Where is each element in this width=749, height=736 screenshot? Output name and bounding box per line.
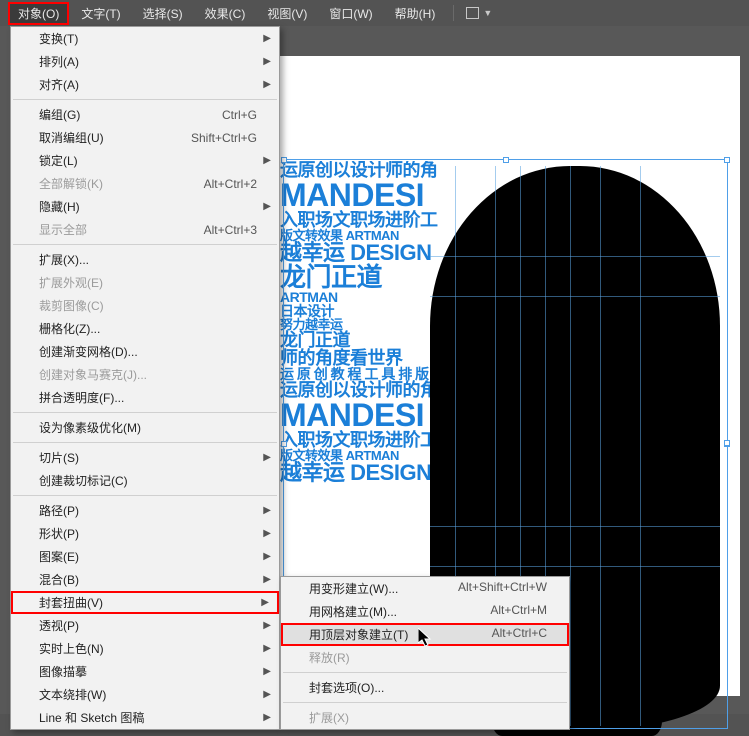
menubar-item-help[interactable]: 帮助(H) <box>385 2 446 25</box>
menubar-item-type[interactable]: 文字(T) <box>71 2 130 25</box>
menu-item-image-trace[interactable]: 图像描摹▶ <box>11 660 279 683</box>
menubar-item-select[interactable]: 选择(S) <box>133 2 193 25</box>
menu-item-show-all: 显示全部Alt+Ctrl+3 <box>11 218 279 241</box>
submenu-arrow-icon: ▶ <box>263 551 271 562</box>
menubar-item-effect[interactable]: 效果(C) <box>195 2 256 25</box>
submenu-arrow-icon: ▶ <box>263 666 271 677</box>
menu-separator <box>13 442 277 443</box>
menu-item-pixel-perfect[interactable]: 设为像素级优化(M) <box>11 416 279 439</box>
menu-item-perspective[interactable]: 透视(P)▶ <box>11 614 279 637</box>
menu-separator <box>13 244 277 245</box>
submenu-arrow-icon: ▶ <box>263 56 271 67</box>
menubar-separator <box>453 5 454 21</box>
submenu-arrow-icon: ▶ <box>263 643 271 654</box>
menu-item-slice[interactable]: 切片(S)▶ <box>11 446 279 469</box>
submenu-arrow-icon: ▶ <box>263 79 271 90</box>
guide-line <box>430 256 720 257</box>
menu-item-line-sketch[interactable]: Line 和 Sketch 图稿▶ <box>11 706 279 729</box>
menu-separator <box>283 672 567 673</box>
submenu-arrow-icon: ▶ <box>263 33 271 44</box>
submenu-arrow-icon: ▶ <box>263 452 271 463</box>
menu-item-expand-appearance: 扩展外观(E) <box>11 271 279 294</box>
submenu-arrow-icon: ▶ <box>263 201 271 212</box>
guide-line <box>430 526 720 527</box>
submenu-item-expand: 扩展(X) <box>281 706 569 729</box>
submenu-item-make-with-top-object[interactable]: 用顶层对象建立(T)Alt+Ctrl+C <box>281 623 569 646</box>
menubar-item-view[interactable]: 视图(V) <box>257 2 317 25</box>
menu-item-gradient-mesh[interactable]: 创建渐变网格(D)... <box>11 340 279 363</box>
menubar-item-object[interactable]: 对象(O) <box>8 2 69 25</box>
menu-separator <box>13 412 277 413</box>
menu-item-shape[interactable]: 形状(P)▶ <box>11 522 279 545</box>
envelope-distort-submenu: 用变形建立(W)...Alt+Shift+Ctrl+W 用网格建立(M)...A… <box>280 576 570 730</box>
guide-line <box>570 166 571 726</box>
menu-separator <box>13 99 277 100</box>
menu-item-group[interactable]: 编组(G)Ctrl+G <box>11 103 279 126</box>
menubar-item-window[interactable]: 窗口(W) <box>319 2 382 25</box>
menu-item-text-wrap[interactable]: 文本绕排(W)▶ <box>11 683 279 706</box>
menu-item-trim-marks[interactable]: 创建裁切标记(C) <box>11 469 279 492</box>
submenu-arrow-icon: ▶ <box>263 505 271 516</box>
submenu-arrow-icon: ▶ <box>263 528 271 539</box>
submenu-item-release: 释放(R) <box>281 646 569 669</box>
menu-item-flatten-transparency[interactable]: 拼合透明度(F)... <box>11 386 279 409</box>
menu-item-transform[interactable]: 变换(T)▶ <box>11 27 279 50</box>
menu-item-lock[interactable]: 锁定(L)▶ <box>11 149 279 172</box>
submenu-item-make-with-mesh[interactable]: 用网格建立(M)...Alt+Ctrl+M <box>281 600 569 623</box>
menu-item-rasterize[interactable]: 栅格化(Z)... <box>11 317 279 340</box>
guide-line <box>640 166 641 726</box>
menu-item-envelope-distort[interactable]: 封套扭曲(V)▶ <box>11 591 279 614</box>
menu-item-arrange[interactable]: 排列(A)▶ <box>11 50 279 73</box>
menu-item-unlock-all: 全部解锁(K)Alt+Ctrl+2 <box>11 172 279 195</box>
menu-separator <box>283 702 567 703</box>
arrange-documents-icon[interactable] <box>466 7 479 19</box>
object-menu: 变换(T)▶ 排列(A)▶ 对齐(A)▶ 编组(G)Ctrl+G 取消编组(U)… <box>10 26 280 730</box>
menu-item-blend[interactable]: 混合(B)▶ <box>11 568 279 591</box>
menu-item-pattern[interactable]: 图案(E)▶ <box>11 545 279 568</box>
submenu-arrow-icon: ▶ <box>263 574 271 585</box>
submenu-item-envelope-options[interactable]: 封套选项(O)... <box>281 676 569 699</box>
submenu-arrow-icon: ▶ <box>263 155 271 166</box>
menu-item-expand[interactable]: 扩展(X)... <box>11 248 279 271</box>
menu-item-live-paint[interactable]: 实时上色(N)▶ <box>11 637 279 660</box>
chevron-down-icon[interactable]: ▼ <box>483 8 492 18</box>
menu-item-object-mosaic: 创建对象马赛克(J)... <box>11 363 279 386</box>
submenu-arrow-icon: ▶ <box>261 597 269 608</box>
menu-separator <box>13 495 277 496</box>
guide-line <box>430 566 720 567</box>
menubar: 对象(O) 文字(T) 选择(S) 效果(C) 视图(V) 窗口(W) 帮助(H… <box>0 0 749 26</box>
menu-item-align[interactable]: 对齐(A)▶ <box>11 73 279 96</box>
submenu-item-make-with-warp[interactable]: 用变形建立(W)...Alt+Shift+Ctrl+W <box>281 577 569 600</box>
submenu-arrow-icon: ▶ <box>263 689 271 700</box>
guide-line <box>600 166 601 726</box>
menu-item-ungroup[interactable]: 取消编组(U)Shift+Ctrl+G <box>11 126 279 149</box>
menu-item-hide[interactable]: 隐藏(H)▶ <box>11 195 279 218</box>
menu-item-crop-image: 裁剪图像(C) <box>11 294 279 317</box>
guide-line <box>430 296 720 297</box>
submenu-arrow-icon: ▶ <box>263 620 271 631</box>
menu-item-path[interactable]: 路径(P)▶ <box>11 499 279 522</box>
